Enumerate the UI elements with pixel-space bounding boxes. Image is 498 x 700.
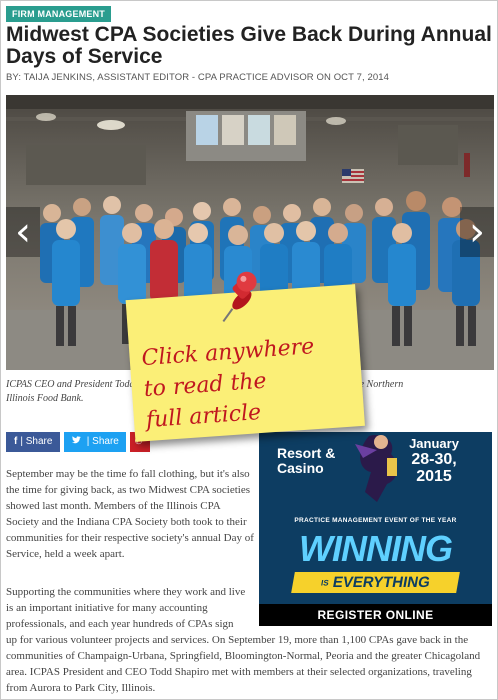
ad-date-year: 2015 (416, 468, 452, 485)
chevron-left-icon: ‹ (15, 209, 31, 255)
article-byline: BY: TAIJA JENKINS, ASSISTANT EDITOR - CP… (6, 72, 390, 83)
read-article-sticky-note[interactable]: Click anywhere to read the full article (125, 271, 365, 442)
ad-resort-line2: Casino (277, 460, 324, 476)
ad-winning-headline: WINNING (299, 528, 453, 569)
advertisement-banner[interactable]: Resort & Casino January 28-30, 2015 PRAC… (259, 432, 492, 626)
twitter-icon (72, 436, 84, 447)
article-paragraph-1: September may be the time fo fall clothi… (6, 468, 254, 560)
facebook-share-button[interactable]: f | Share (6, 432, 60, 452)
ad-event-tagline: PRACTICE MANAGEMENT EVENT OF THE YEAR (294, 517, 457, 524)
article-title: Midwest CPA Societies Give Back During A… (6, 23, 492, 68)
sticky-note-line1: Click anywhere (140, 334, 316, 372)
category-badge[interactable]: FIRM MANAGEMENT (6, 6, 111, 22)
slider-next-button[interactable]: › (460, 207, 494, 257)
ad-is-word: IS (320, 578, 330, 588)
facebook-share-label: | Share (20, 436, 53, 447)
register-online-button[interactable]: REGISTER ONLINE (259, 604, 492, 626)
ad-date-month: January (409, 436, 459, 451)
article-paragraph-3: up for various volunteer projects and se… (6, 634, 481, 694)
twitter-share-label: | Share (86, 436, 119, 447)
twitter-share-button[interactable]: | Share (64, 432, 126, 452)
pushpin-icon (222, 271, 257, 323)
caption-line2: Illinois Food Bank. (6, 393, 84, 404)
ad-event-dates: January 28-30, 2015 (390, 436, 478, 486)
slider-prev-button[interactable]: ‹ (6, 207, 40, 257)
ad-everything-banner: IS EVERYTHING (291, 572, 460, 593)
ad-date-days: 28-30, (411, 451, 457, 468)
facebook-icon: f (14, 436, 18, 447)
sticky-note-line2: to read the (143, 368, 268, 403)
sticky-note-text: Click anywhere to read the full article (141, 329, 357, 436)
caption-left: ICPAS CEO and President Todd (6, 379, 135, 390)
article-paragraph-2: Supporting the communities where they wo… (6, 586, 246, 630)
ad-resort-name: Resort & Casino (277, 446, 335, 476)
ad-everything-word: EVERYTHING (331, 574, 432, 591)
sticky-note-line3: full article (145, 400, 262, 434)
ad-resort-line1: Resort & (277, 445, 336, 461)
chevron-right-icon: › (469, 209, 485, 255)
